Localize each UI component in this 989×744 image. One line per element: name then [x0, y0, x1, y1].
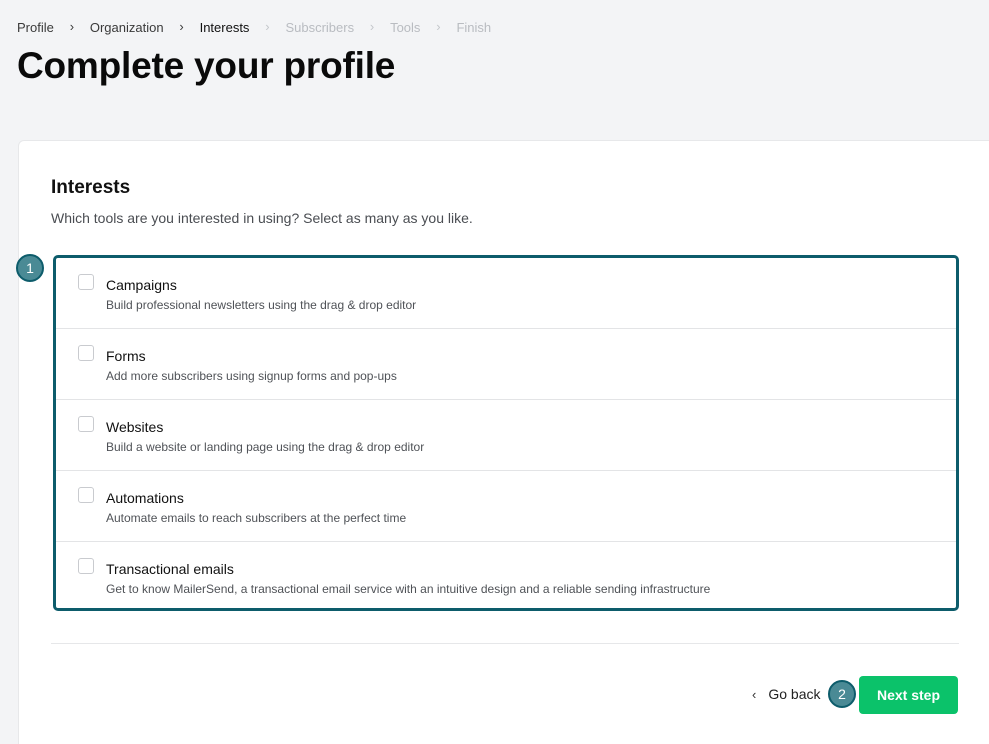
option-title: Campaigns [106, 277, 177, 293]
breadcrumb-subscribers: Subscribers [285, 19, 355, 35]
chevron-right-icon: › [265, 19, 270, 34]
transactional-emails-checkbox[interactable] [78, 558, 94, 574]
websites-checkbox[interactable] [78, 416, 94, 432]
breadcrumb-interests: Interests [199, 19, 250, 35]
chevron-right-icon: › [69, 19, 75, 34]
option-description: Build professional newsletters using the… [106, 298, 417, 312]
section-description: Which tools are you interested in using?… [51, 210, 473, 226]
option-campaigns[interactable]: Campaigns Build professional newsletters… [56, 258, 956, 329]
forms-checkbox[interactable] [78, 345, 94, 361]
page: Profile › Organization › Interests › Sub… [0, 0, 989, 744]
campaigns-checkbox[interactable] [78, 274, 94, 290]
option-title: Automations [106, 490, 184, 506]
chevron-right-icon: › [436, 19, 441, 34]
go-back-link[interactable]: ‹ Go back [752, 686, 820, 702]
interests-card: Interests Which tools are you interested… [18, 140, 989, 744]
option-automations[interactable]: Automations Automate emails to reach sub… [56, 471, 956, 542]
footer-divider [51, 643, 959, 644]
chevron-left-icon: ‹ [752, 686, 757, 702]
breadcrumb: Profile › Organization › Interests › Sub… [17, 19, 491, 35]
section-title: Interests [51, 177, 131, 198]
breadcrumb-profile[interactable]: Profile [17, 20, 54, 35]
option-title: Forms [106, 348, 146, 364]
option-title: Transactional emails [106, 561, 234, 577]
chevron-right-icon: › [369, 19, 375, 34]
next-step-button[interactable]: Next step [859, 676, 958, 714]
automations-checkbox[interactable] [78, 487, 94, 503]
callout-marker-2: 2 [828, 680, 856, 708]
callout-marker-1: 1 [16, 254, 44, 282]
go-back-label: Go back [768, 686, 821, 702]
option-title: Websites [106, 419, 164, 435]
option-description: Automate emails to reach subscribers at … [106, 511, 407, 525]
chevron-right-icon: › [179, 19, 184, 34]
breadcrumb-organization[interactable]: Organization [90, 20, 164, 35]
option-description: Get to know MailerSend, a transactional … [106, 582, 711, 596]
option-forms[interactable]: Forms Add more subscribers using signup … [56, 329, 956, 400]
option-description: Add more subscribers using signup forms … [106, 369, 397, 383]
interest-options-list: Campaigns Build professional newsletters… [53, 255, 959, 611]
option-description: Build a website or landing page using th… [106, 440, 425, 454]
breadcrumb-finish: Finish [456, 19, 492, 35]
breadcrumb-tools: Tools [390, 19, 421, 35]
page-title: Complete your profile [17, 45, 396, 86]
option-websites[interactable]: Websites Build a website or landing page… [56, 400, 956, 471]
option-transactional-emails[interactable]: Transactional emails Get to know MailerS… [56, 542, 956, 608]
